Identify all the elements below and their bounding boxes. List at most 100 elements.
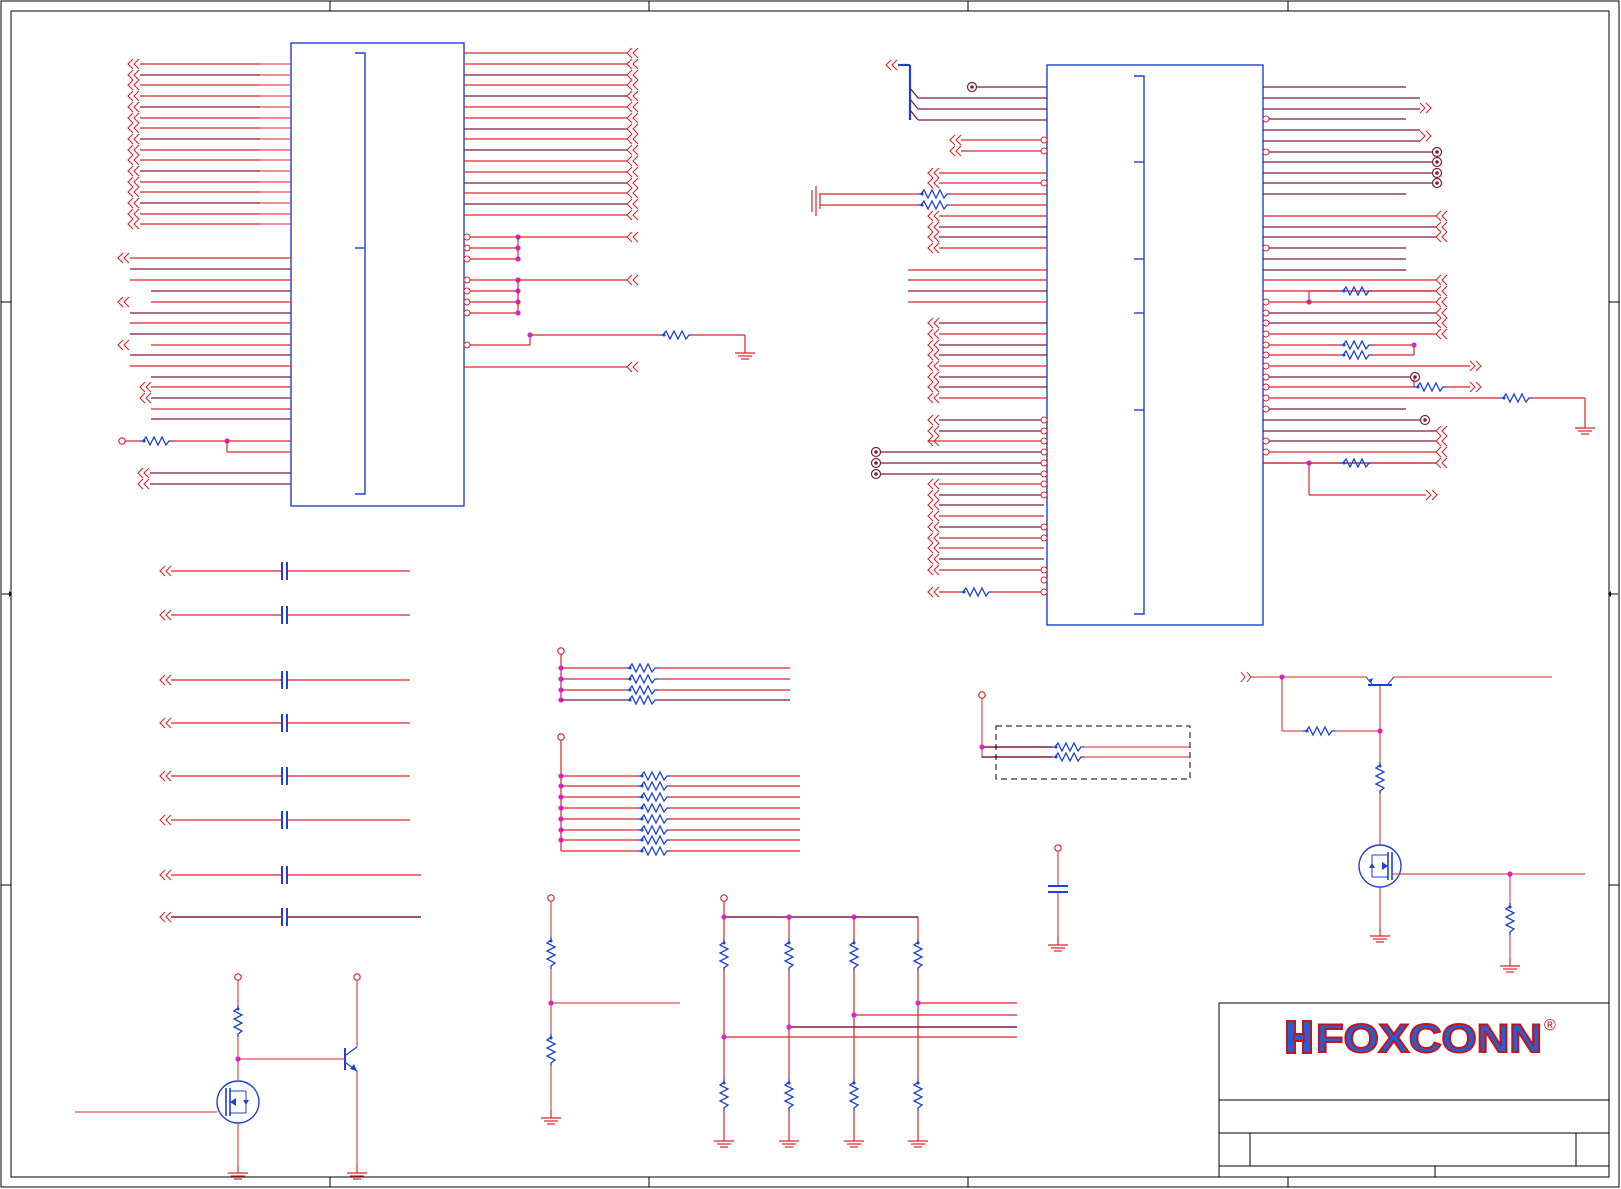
offpage-connector-icon	[927, 414, 940, 426]
resistor-icon	[719, 1078, 729, 1112]
resistor-icon	[659, 330, 693, 340]
chevron-left-icon	[933, 510, 940, 522]
chevron-left-icon	[1441, 435, 1448, 447]
chevron-left-icon	[1441, 307, 1448, 319]
chevron-left-icon	[927, 489, 934, 501]
chevron-left-icon	[632, 177, 639, 189]
ic-right	[1046, 64, 1264, 626]
offpage-connector-icon	[927, 510, 940, 522]
offpage-connector-icon	[927, 177, 940, 189]
chevron-left-icon	[927, 242, 934, 254]
mosfet-npn-driver	[75, 973, 368, 1180]
chevron-left-icon	[632, 187, 639, 199]
chevron-left-icon	[933, 317, 940, 329]
foxconn-h-mark-icon	[1286, 1020, 1312, 1054]
pin-inversion-bubble	[1262, 362, 1270, 370]
chevron-left-icon	[927, 231, 934, 243]
test-point-center	[1435, 150, 1439, 154]
chevron-left-icon	[159, 674, 166, 686]
pin-inversion-bubble	[463, 287, 471, 295]
chevron-left-icon	[949, 145, 956, 157]
offpage-connector-icon	[137, 467, 150, 479]
chevron-left-icon	[626, 166, 633, 178]
chevron-left-icon	[1435, 307, 1442, 319]
test-point-center	[1435, 181, 1439, 185]
pin-inversion-bubble	[1262, 330, 1270, 338]
chevron-left-icon	[1435, 457, 1442, 469]
chevron-left-icon	[1441, 457, 1448, 469]
offpage-connector-icon	[626, 79, 639, 91]
chevron-left-icon	[927, 542, 934, 554]
chevron-left-icon	[1435, 435, 1442, 447]
chevron-left-icon	[165, 717, 172, 729]
resistor-pack-lower	[557, 733, 800, 856]
chevron-left-icon	[927, 564, 934, 576]
offpage-connector-icon	[626, 209, 639, 221]
chassis-ground-icon	[811, 186, 821, 216]
chevron-left-icon	[1441, 274, 1448, 286]
chevron-left-icon	[626, 133, 633, 145]
pin-inversion-bubble	[1262, 394, 1270, 402]
resistor-icon	[1375, 761, 1385, 795]
company-logo-text: FOXCONN	[1316, 1017, 1542, 1061]
capacitor-icon	[281, 810, 288, 830]
test-point-center	[1435, 160, 1439, 164]
pin-inversion-bubble	[1040, 136, 1048, 144]
offpage-connector-icon	[927, 478, 940, 490]
chevron-left-icon	[1441, 285, 1448, 297]
chevron-right-icon	[1419, 102, 1426, 114]
offpage-connector-icon	[1469, 360, 1482, 372]
pin-inversion-bubble	[1040, 427, 1048, 435]
chevron-left-icon	[933, 339, 940, 351]
chevron-left-icon	[927, 532, 934, 544]
chevron-left-icon	[165, 770, 172, 782]
resistor-icon	[625, 663, 659, 673]
chevron-left-icon	[165, 869, 172, 881]
pin-inversion-bubble	[1262, 244, 1270, 252]
resistor-icon	[1339, 340, 1373, 350]
chevron-left-icon	[632, 274, 639, 286]
pin-inversion-bubble	[1040, 147, 1048, 155]
chevron-left-icon	[927, 499, 934, 511]
offpage-connector-icon	[626, 101, 639, 113]
offpage-connector-icon	[127, 90, 140, 102]
chevron-left-icon	[127, 165, 134, 177]
offpage-connector-icon	[927, 360, 940, 372]
offpage-connector-icon	[127, 186, 140, 198]
chevron-left-icon	[626, 101, 633, 113]
offpage-connector-icon	[626, 166, 639, 178]
chevron-left-icon	[927, 510, 934, 522]
chevron-left-icon	[933, 425, 940, 437]
chevron-left-icon	[133, 90, 140, 102]
capacitor-icon	[281, 865, 288, 885]
offpage-connector-icon	[127, 176, 140, 188]
offpage-connector-icon	[117, 252, 130, 264]
ground-icon	[540, 1109, 562, 1125]
chevron-left-icon	[1435, 446, 1442, 458]
resistor-icon	[917, 200, 951, 210]
pin-inversion-bubble	[1040, 523, 1048, 531]
offpage-connector-icon	[927, 564, 940, 576]
ground-icon	[734, 344, 756, 360]
offpage-connector-icon	[1435, 446, 1448, 458]
chevron-left-icon	[137, 467, 144, 479]
resistor-icon	[139, 436, 173, 446]
pnp-transistor-icon	[1365, 676, 1395, 686]
chevron-left-icon	[1441, 210, 1448, 222]
chevron-left-icon	[159, 717, 166, 729]
chevron-left-icon	[1435, 296, 1442, 308]
chevron-left-icon	[933, 221, 940, 233]
ground-icon	[843, 1132, 865, 1148]
chevron-left-icon	[1441, 221, 1448, 233]
chevron-left-icon	[133, 144, 140, 156]
junction-dot	[721, 1034, 727, 1040]
offpage-connector-icon	[159, 674, 172, 686]
offpage-connector-icon	[927, 586, 940, 598]
offpage-connector-icon	[927, 221, 940, 233]
chevron-right-icon	[1425, 489, 1432, 501]
chevron-left-icon	[133, 208, 140, 220]
chevron-left-icon	[933, 371, 940, 383]
chevron-left-icon	[127, 144, 134, 156]
offpage-connector-icon	[127, 122, 140, 134]
resistor-icon	[637, 846, 671, 856]
